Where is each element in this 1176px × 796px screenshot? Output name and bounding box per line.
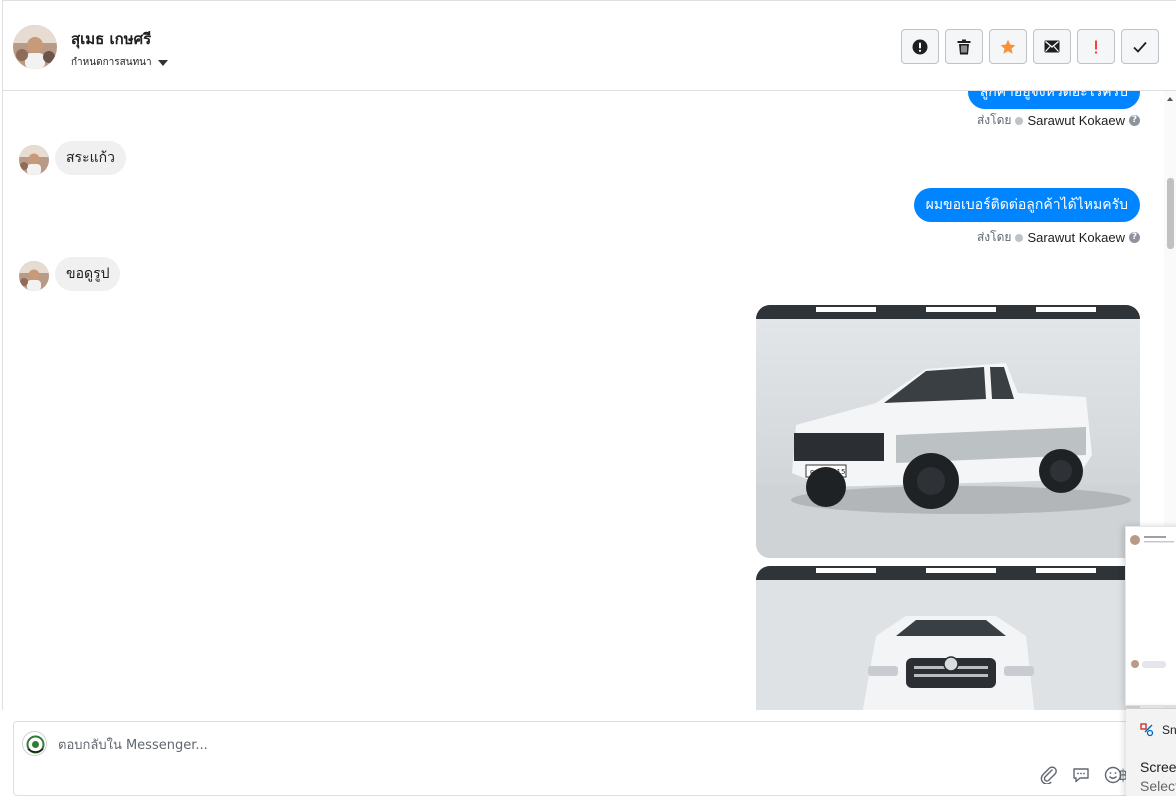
sent-by-prefix: ส่งโดย [976,230,1012,244]
mark-done-button[interactable] [1121,29,1159,64]
assign-conversation-dropdown[interactable]: กำหนดการสนทนา [71,55,168,70]
exclamation-icon [1095,40,1097,53]
contact-avatar[interactable] [13,25,57,69]
contact-avatar-small[interactable] [19,261,49,291]
star-button[interactable] [989,29,1027,64]
delete-button[interactable] [945,29,983,64]
messenger-inbox-window: สุเมธ เกษศรี กำหนดการสนทนา ลูกค้าอยู่จัง… [0,0,1176,796]
follow-up-button[interactable] [1077,29,1115,64]
composer-tools [1040,766,1122,784]
saved-replies-button[interactable] [1072,766,1090,784]
incoming-message[interactable]: ขอดูรูป [55,257,121,291]
page-dot-icon [1015,116,1024,125]
scissors-icon [1140,723,1154,737]
screenshot-thumbnail[interactable] [1125,526,1176,706]
incoming-message[interactable]: สระแก้ว [55,141,126,175]
outgoing-message[interactable]: ลูกค้าอยู่จังหวัดอะไรครับ [967,91,1140,109]
sent-by-label: ส่งโดย Sarawut Kokaew ? [977,228,1140,247]
speech-bubble-icon [1073,768,1089,783]
snip-subtitle: Select [1140,778,1176,794]
page-dot-icon [1015,233,1024,242]
star-icon [1000,39,1016,54]
sent-by-label: ส่งโดย Sarawut Kokaew ? [977,111,1140,130]
snip-app-name: Sn [1162,723,1176,737]
envelope-icon [1044,40,1060,53]
assign-label: กำหนดการสนทนา [71,57,152,68]
agent-name[interactable]: Sarawut Kokaew [1027,230,1125,245]
paperclip-icon [1040,766,1057,784]
sent-by-prefix: ส่งโดย [976,113,1012,127]
contact-avatar-small[interactable] [19,145,49,175]
outgoing-message[interactable]: ผมขอเบอร์ติดต่อลูกค้าได้ไหมครับ [913,188,1140,222]
photo-attachment[interactable] [756,566,1140,710]
checkmark-icon [1133,41,1147,53]
agent-name[interactable]: Sarawut Kokaew [1027,113,1125,128]
alert-circle-icon [912,39,928,54]
pickup-truck-front-photo [756,566,1140,710]
scroll-thumb[interactable] [1167,178,1174,249]
page-logo-icon [22,731,47,756]
snip-title: Screen [1140,759,1176,775]
contact-name: สุเมธ เกษศรี [71,30,152,48]
snipping-tool-notification[interactable]: Sn Screen Select [1126,708,1176,796]
conversation-toolbar [901,29,1159,64]
attach-file-button[interactable] [1040,766,1058,784]
conversation-header: สุเมธ เกษศรี กำหนดการสนทนา [2,0,1176,91]
mark-spam-button[interactable] [901,29,939,64]
reply-input[interactable] [58,734,958,756]
help-icon[interactable]: ? [1129,115,1140,126]
scroll-up-arrow-icon[interactable] [1167,97,1173,101]
message-thread[interactable]: ลูกค้าอยู่จังหวัดอะไรครับ ส่งโดย Sarawut… [2,91,1164,710]
pickup-truck-photo: ฒท4 3515 [756,305,1140,558]
reply-composer: ฿ [13,721,1163,796]
help-icon[interactable]: ? [1129,232,1140,243]
snip-app-row: Sn [1140,723,1176,737]
caret-down-icon [157,59,168,66]
photo-attachment[interactable]: ฒท4 3515 [756,305,1140,558]
trash-icon [957,39,971,54]
mark-unread-button[interactable] [1033,29,1071,64]
